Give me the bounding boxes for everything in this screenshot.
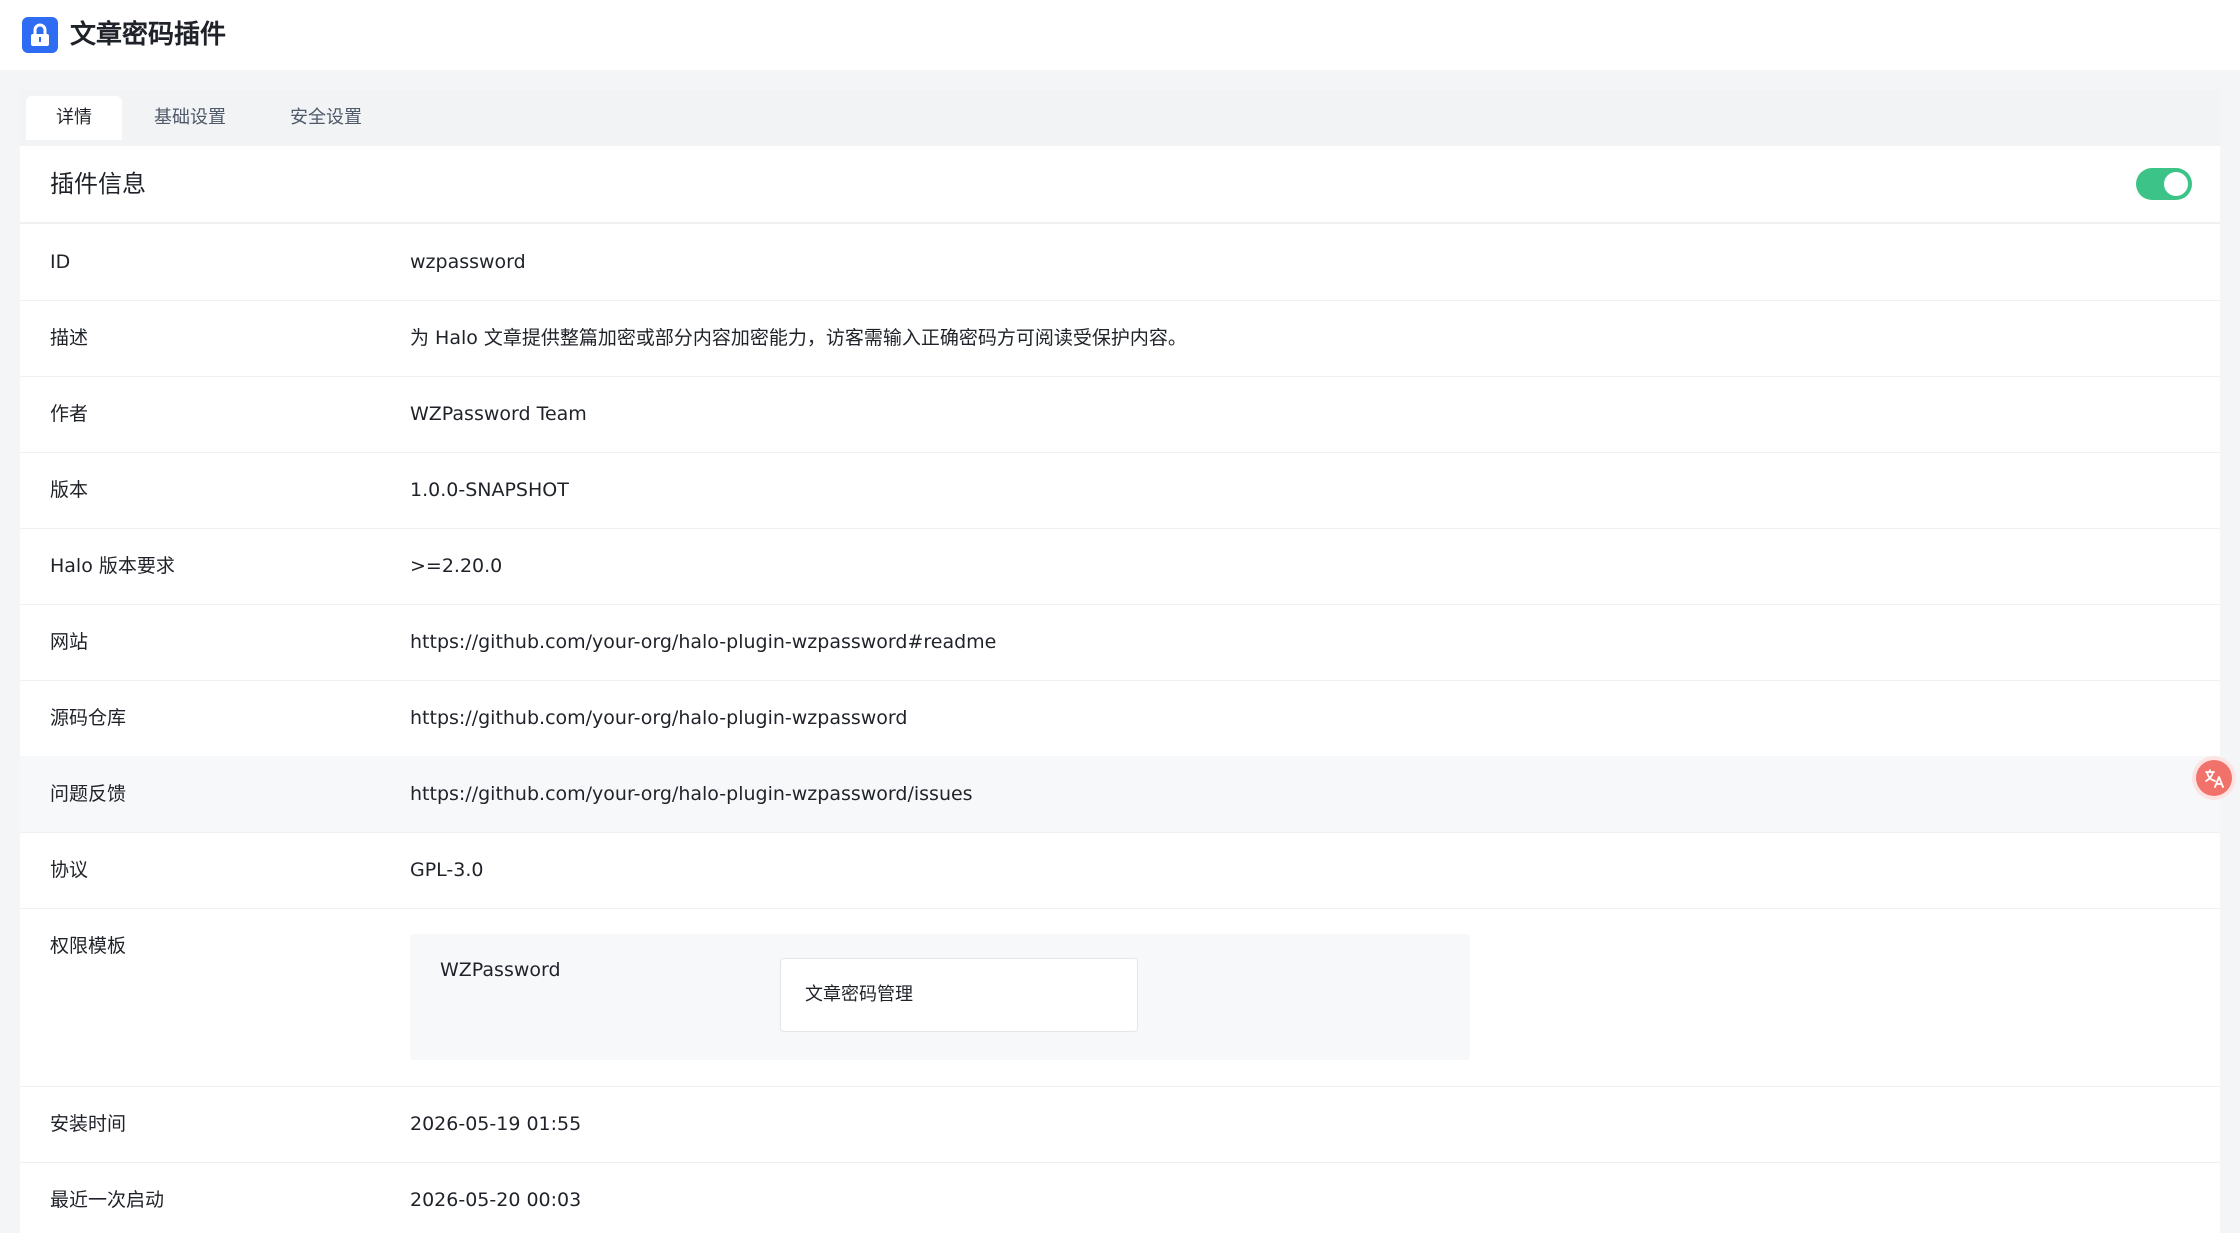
row-value: wzpassword <box>410 251 526 273</box>
permission-item[interactable]: 文章密码管理 <box>780 958 1138 1032</box>
translate-icon[interactable] <box>2196 760 2232 796</box>
row-label: 源码仓库 <box>50 707 127 729</box>
info-row-website: 网站 https://github.com/your-org/halo-plug… <box>20 604 2220 681</box>
plugin-enable-toggle[interactable] <box>2136 168 2192 200</box>
permission-item-label: 文章密码管理 <box>805 984 913 1005</box>
section-header: 插件信息 <box>20 146 2220 224</box>
toggle-knob <box>2164 172 2188 196</box>
row-label: 作者 <box>50 403 89 425</box>
row-label: ID <box>50 251 71 273</box>
info-row-version: 版本 1.0.0-SNAPSHOT <box>20 452 2220 529</box>
row-label: 描述 <box>50 327 89 349</box>
info-row-permissions: 权限模板 WZPassword 文章密码管理 <box>20 908 2220 1087</box>
row-label: 安装时间 <box>50 1113 127 1135</box>
permission-group-name: WZPassword <box>440 959 561 981</box>
row-label: 问题反馈 <box>50 783 127 805</box>
row-value: 2026-05-19 01:55 <box>410 1113 582 1135</box>
info-row-description: 描述 为 Halo 文章提供整篇加密或部分内容加密能力，访客需输入正确密码方可阅… <box>20 300 2220 377</box>
info-row-last-start: 最近一次启动 2026-05-20 00:03 <box>20 1162 2220 1233</box>
row-value: 1.0.0-SNAPSHOT <box>410 479 569 501</box>
tab-security-settings[interactable]: 安全设置 <box>260 96 392 140</box>
row-value: >=2.20.0 <box>410 555 503 577</box>
top-bar: 文章密码插件 <box>0 0 2240 70</box>
row-label: 版本 <box>50 479 89 501</box>
tab-details[interactable]: 详情 <box>26 96 122 140</box>
website-link[interactable]: https://github.com/your-org/halo-plugin-… <box>410 628 996 656</box>
row-value: WZPassword Team <box>410 403 587 425</box>
row-value: GPL-3.0 <box>410 859 484 881</box>
info-row-author: 作者 WZPassword Team <box>20 376 2220 453</box>
info-row-id: ID wzpassword <box>20 224 2220 301</box>
tab-bar: 详情 基础设置 安全设置 <box>20 90 2220 146</box>
tab-basic-settings[interactable]: 基础设置 <box>124 96 256 140</box>
repository-link[interactable]: https://github.com/your-org/halo-plugin-… <box>410 704 907 732</box>
row-label: 协议 <box>50 859 89 881</box>
row-value: 2026-05-20 00:03 <box>410 1189 582 1211</box>
row-value: 为 Halo 文章提供整篇加密或部分内容加密能力，访客需输入正确密码方可阅读受保… <box>410 327 1187 349</box>
lock-icon <box>22 17 58 53</box>
info-row-install-time: 安装时间 2026-05-19 01:55 <box>20 1086 2220 1163</box>
info-row-repository: 源码仓库 https://github.com/your-org/halo-pl… <box>20 680 2220 757</box>
info-row-issues: 问题反馈 https://github.com/your-org/halo-pl… <box>20 756 2220 833</box>
row-label: 网站 <box>50 631 89 653</box>
page-title: 文章密码插件 <box>70 20 227 50</box>
info-row-license: 协议 GPL-3.0 <box>20 832 2220 909</box>
permission-template-box: WZPassword 文章密码管理 <box>410 934 1470 1060</box>
row-label: 最近一次启动 <box>50 1189 165 1211</box>
row-label: Halo 版本要求 <box>50 555 175 577</box>
info-row-halo-requirement: Halo 版本要求 >=2.20.0 <box>20 528 2220 605</box>
section-title: 插件信息 <box>50 170 146 198</box>
row-label: 权限模板 <box>50 935 127 957</box>
issues-link[interactable]: https://github.com/your-org/halo-plugin-… <box>410 780 973 808</box>
plugin-detail-card: 详情 基础设置 安全设置 插件信息 ID wzpassword 描述 为 Hal… <box>20 90 2220 1233</box>
